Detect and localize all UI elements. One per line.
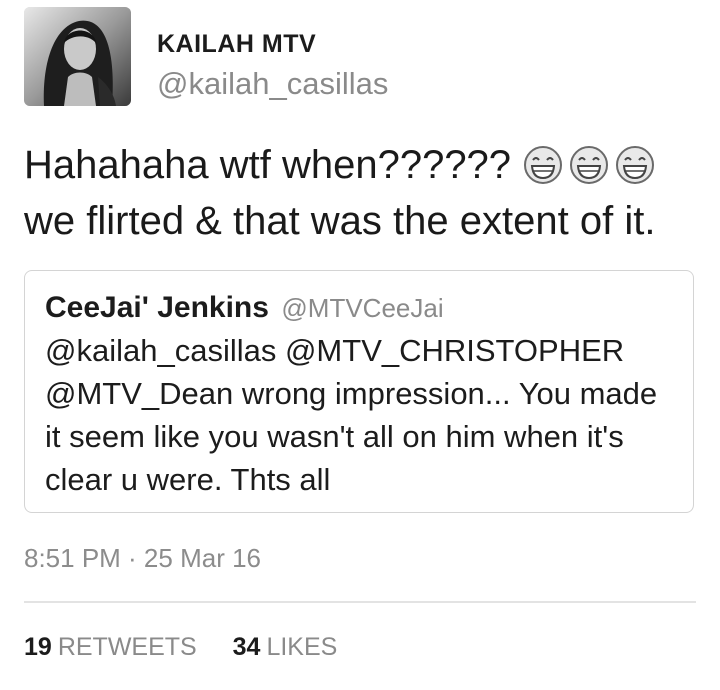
tweet-text-line-1: Hahahaha wtf when?????? [24, 143, 512, 187]
quoted-tweet-line: @kailah_casillas @MTV_CHRISTOPHER [45, 333, 625, 368]
quoted-tweet-card[interactable]: CeeJai' Jenkins @MTVCeeJai @kailah_casil… [24, 270, 694, 513]
retweets-label: RETWEETS [57, 633, 197, 661]
grinning-face-icon [524, 146, 563, 184]
quoted-tweet-line: clear u were. Thts all [45, 462, 331, 497]
likes-count: 34 [232, 633, 261, 661]
author-handle[interactable]: @kailah_casillas [157, 66, 388, 102]
divider [24, 601, 696, 603]
tweet-text-line-2: we flirted & that was the extent of it. [24, 199, 656, 243]
quoted-tweet-author-name[interactable]: CeeJai' Jenkins [45, 291, 269, 324]
likes-label: LIKES [266, 633, 338, 661]
tweet-text: Hahahaha wtf when?????? we flirted & tha… [24, 137, 704, 249]
tweet-stats: 19 RETWEETS 34 LIKES [24, 633, 337, 662]
quoted-tweet-author-handle[interactable]: @MTVCeeJai [281, 293, 443, 323]
retweets-stat[interactable]: 19 RETWEETS [24, 633, 204, 661]
quoted-tweet-line: it seem like you wasn't all on him when … [45, 419, 624, 454]
grinning-face-icon [570, 146, 609, 184]
likes-stat[interactable]: 34 LIKES [233, 633, 338, 661]
quoted-tweet-header: CeeJai' Jenkins @MTVCeeJai [45, 291, 444, 325]
quoted-tweet-line: @MTV_Dean wrong impression... You made [45, 376, 658, 411]
avatar-photo [24, 7, 131, 106]
retweets-count: 19 [24, 633, 52, 661]
grinning-face-icon [616, 146, 655, 184]
avatar[interactable] [24, 7, 131, 106]
tweet-timestamp[interactable]: 8:51 PM · 25 Mar 16 [24, 543, 261, 574]
quoted-tweet-text: @kailah_casillas @MTV_CHRISTOPHER @MTV_D… [45, 329, 685, 501]
author-display-name[interactable]: KAILAH MTV [157, 30, 316, 59]
